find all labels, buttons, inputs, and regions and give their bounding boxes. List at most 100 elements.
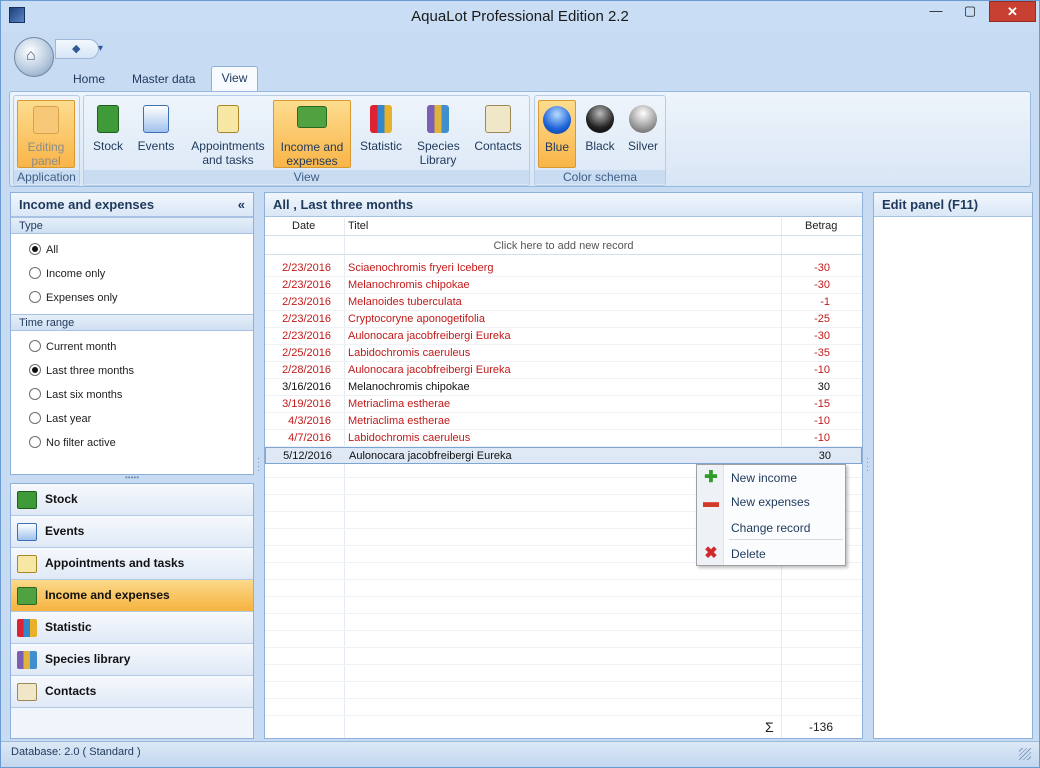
tab-view[interactable]: View [211,66,258,92]
radio-indicator [29,243,41,256]
statistic-button[interactable]: Statistic [358,100,404,168]
table-row[interactable]: 2/23/2016 Aulonocara jacobfreibergi Eurek… [265,328,862,345]
empty-grid-line [265,596,862,597]
stock-button[interactable]: Stock [90,100,126,168]
column-header-title[interactable]: Titel [348,220,368,232]
radio-label: All [46,244,59,256]
menu-item-change-record[interactable]: Change record [731,521,810,535]
orb-icon: ⌂ [26,47,36,64]
time-radio-current-month[interactable]: Current month [11,335,253,359]
cell-title: Melanochromis chipokae [348,279,470,291]
time-radio-last-three-months[interactable]: Last three months [11,359,253,383]
table-row-selected[interactable]: 5/12/2016 Aulonocara jacobfreibergi Eurek… [265,447,862,464]
cell-date: 2/23/2016 [282,313,331,325]
species-books-icon [17,651,37,669]
color-blue-label: Blue [544,140,570,154]
tab-master-data[interactable]: Master data [130,68,197,91]
income-expenses-button[interactable]: Income and expenses [273,100,351,168]
table-row[interactable]: 2/23/2016 Melanochromis chipokae -30 [265,277,862,294]
table-row[interactable]: 3/19/2016 Metriaclima estherae -15 [265,396,862,413]
cell-title: Metriaclima estherae [348,398,451,410]
cell-date: 3/19/2016 [282,398,331,410]
plus-icon: ✚ [704,469,718,486]
table-row[interactable]: 2/28/2016 Aulonocara jacobfreibergi Eurek… [265,362,862,379]
nav-item-income-expenses[interactable]: Income and expenses [11,580,253,612]
table-row[interactable]: 4/7/2016 Labidochromis caeruleus -10 [265,430,862,447]
nav-item-statistic[interactable]: Statistic [11,612,253,644]
cell-amount: 30 [818,450,831,462]
type-section-header: Type [11,217,253,234]
appointments-button[interactable]: Appointments and tasks [188,100,268,168]
table-row[interactable]: 4/3/2016 Metriaclima estherae -10 [265,413,862,430]
right-splitter-handle[interactable]: · · · · [866,454,870,475]
menu-item-new-expenses[interactable]: New expenses [731,495,810,509]
table-row[interactable]: 2/23/2016 Sciaenochromis fryeri Iceberg -3… [265,260,862,277]
contacts-label: Contacts [474,139,522,153]
minimize-button[interactable]: — [919,1,953,22]
nav-item-label: Stock [45,492,78,506]
nav-item-appointments[interactable]: Appointments and tasks [11,548,253,580]
money-icon [17,587,37,605]
radio-label: No filter active [46,437,116,449]
collapse-panel-button[interactable]: « [238,193,245,217]
events-calendar-icon [17,523,37,541]
tab-home[interactable]: Home [71,68,107,91]
editing-panel-button[interactable]: Editing panel [17,100,75,168]
type-radio-all[interactable]: All [11,238,253,262]
close-button[interactable]: ✕ [989,1,1036,22]
menu-item-new-income[interactable]: New income [731,471,797,485]
maximize-button[interactable]: ▢ [953,1,987,22]
ribbon-group-application: Editing panel Application [13,95,80,186]
add-new-record-row[interactable]: Click here to add new record [265,237,862,255]
time-radio-last-six-months[interactable]: Last six months [11,383,253,407]
species-library-button[interactable]: Species Library [417,100,460,168]
ribbon-group-view: Stock Events Appointments and tasks Inco… [83,95,530,186]
time-radio-no-filter[interactable]: No filter active [11,431,253,455]
resize-grip-icon[interactable] [1019,748,1031,760]
color-blue-button[interactable]: Blue [538,100,576,168]
table-row[interactable]: 2/23/2016 Melanoides tuberculata -1 [265,294,862,311]
column-header-amount[interactable]: Betrag [805,220,837,232]
empty-grid-line [265,681,862,682]
app-window: AquaLot Professional Edition 2.2 — ▢ ✕ ⌂… [0,0,1040,768]
stock-icon [97,105,119,133]
events-button[interactable]: Events [136,100,176,168]
grid-rows: 2/23/2016 Sciaenochromis fryeri Iceberg -3… [265,260,862,464]
nav-item-stock[interactable]: Stock [11,484,253,516]
time-radio-last-year[interactable]: Last year [11,407,253,431]
nav-item-contacts[interactable]: Contacts [11,676,253,708]
contacts-card-icon [485,105,511,133]
cell-date: 4/3/2016 [288,415,331,427]
type-radio-expenses-only[interactable]: Expenses only [11,286,253,310]
radio-indicator [29,436,41,449]
table-row[interactable]: 3/16/2016 Melanochromis chipokae 30 [265,379,862,396]
filter-panel: Income and expenses « Type All Income on… [10,192,254,475]
status-text: Database: 2.0 ( Standard ) [11,746,141,758]
nav-item-label: Income and expenses [45,588,170,602]
color-black-button[interactable]: Black [580,100,620,168]
table-row[interactable]: 2/25/2016 Labidochromis caeruleus -35 [265,345,862,362]
nav-item-species-library[interactable]: Species library [11,644,253,676]
events-calendar-icon [143,105,169,133]
money-icon [297,106,327,128]
radio-label: Last year [46,413,92,425]
cell-amount: -30 [814,262,830,274]
cell-title: Aulonocara jacobfreibergi Eureka [349,450,512,462]
menu-item-delete[interactable]: Delete [731,547,766,561]
contacts-button[interactable]: Contacts [472,100,524,168]
type-radio-income-only[interactable]: Income only [11,262,253,286]
quick-access-button[interactable]: ◆ [55,39,99,59]
silver-ball-icon [629,105,657,133]
quick-access-dropdown[interactable]: ▾ [98,43,103,54]
left-splitter-handle[interactable]: · · · · [257,454,261,475]
application-menu-orb[interactable]: ⌂ [14,37,54,77]
column-header-date[interactable]: Date [292,220,315,232]
nav-item-events[interactable]: Events [11,516,253,548]
empty-grid-line [265,664,862,665]
table-row[interactable]: 2/23/2016 Cryptocoryne aponogetifolia -25 [265,311,862,328]
cell-amount: -1 [820,296,830,308]
color-silver-button[interactable]: Silver [623,100,663,168]
panel-splitter-handle[interactable]: ••••• [10,474,254,482]
radio-label: Last six months [46,389,123,401]
cell-amount: -35 [814,347,830,359]
